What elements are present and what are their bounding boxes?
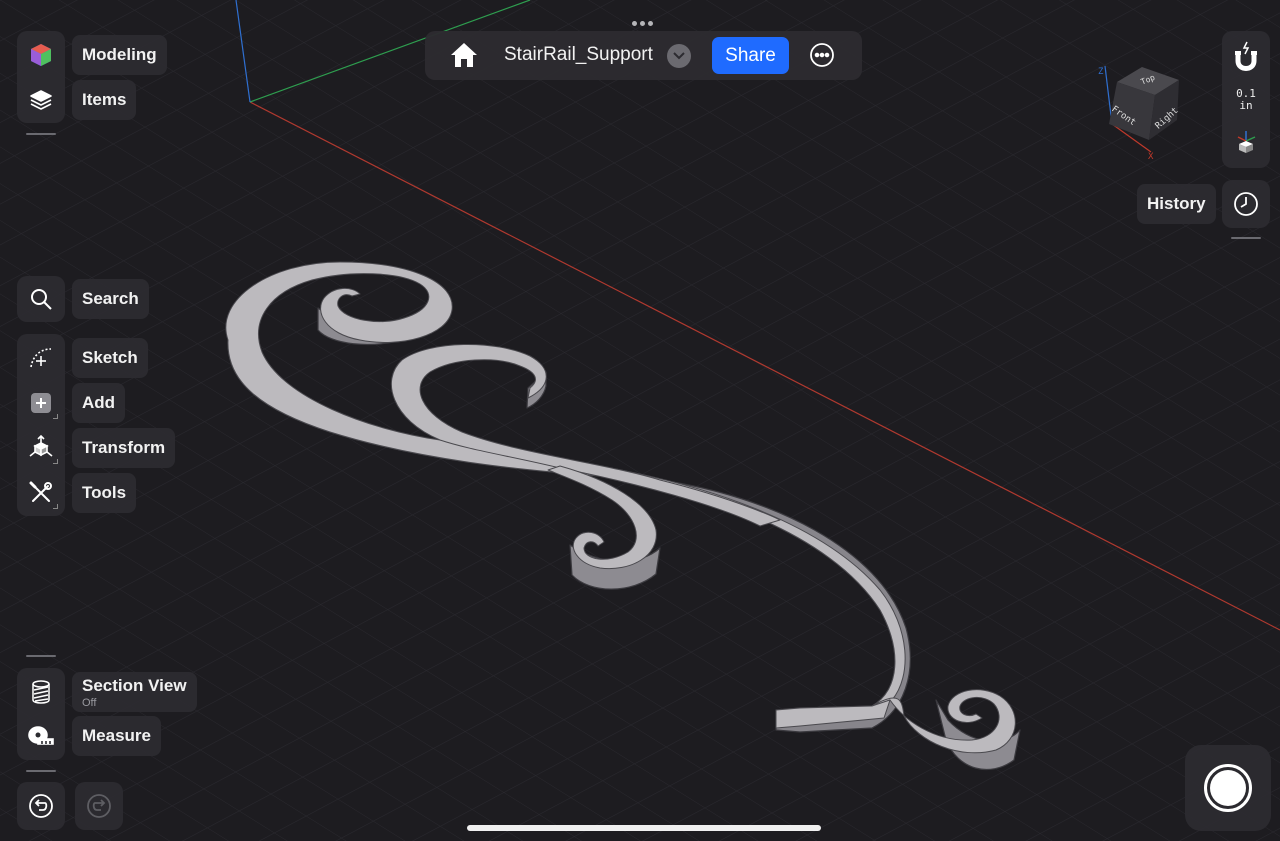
view-cube[interactable]: Z X Top Front Right <box>1095 62 1190 164</box>
search-icon[interactable] <box>17 277 65 321</box>
transform-label[interactable]: Transform <box>72 428 176 468</box>
home-button[interactable] <box>449 41 481 71</box>
submenu-indicator <box>53 459 58 464</box>
home-icon <box>451 43 477 67</box>
sketch-label[interactable]: Sketch <box>72 338 148 378</box>
layers-icon[interactable] <box>17 78 65 122</box>
undo-icon <box>29 794 53 818</box>
undo-button[interactable] <box>17 782 65 830</box>
modeling-cube-icon[interactable] <box>17 33 65 77</box>
divider <box>1231 237 1261 239</box>
submenu-indicator <box>53 504 58 509</box>
history-button[interactable] <box>1222 180 1270 228</box>
axis-z-label: Z <box>1098 67 1104 77</box>
snap-increment[interactable]: 0.1 in <box>1222 88 1270 112</box>
sketch-icon[interactable] <box>17 336 65 380</box>
items-label[interactable]: Items <box>72 80 137 120</box>
tools-label[interactable]: Tools <box>72 473 137 513</box>
capture-icon <box>1204 764 1252 812</box>
section-view-label: Section View <box>82 675 187 695</box>
submenu-indicator <box>53 414 58 419</box>
section-view-state: Off <box>82 696 97 709</box>
redo-icon <box>87 794 111 818</box>
clock-icon <box>1234 192 1258 216</box>
snap-panel: 0.1 in <box>1222 31 1270 168</box>
history-label[interactable]: History <box>1137 184 1216 224</box>
document-menu-chevron-icon[interactable] <box>667 44 691 68</box>
multitasking-dots-icon[interactable] <box>632 13 656 31</box>
document-toolbar: StairRail_Support Share <box>425 31 862 80</box>
divider <box>26 770 56 772</box>
section-view-icon[interactable] <box>17 670 65 714</box>
modeling-label[interactable]: Modeling <box>72 35 167 75</box>
home-indicator[interactable] <box>467 825 821 831</box>
more-options-icon[interactable] <box>809 42 835 68</box>
share-button[interactable]: Share <box>712 37 789 74</box>
capture-button[interactable] <box>1185 745 1271 831</box>
measure-label[interactable]: Measure <box>72 716 161 756</box>
magnet-snap-icon[interactable] <box>1233 41 1259 71</box>
divider <box>26 655 56 657</box>
axes-gizmo-icon[interactable] <box>1235 129 1257 155</box>
axis-x-label: X <box>1148 152 1154 162</box>
search-label[interactable]: Search <box>72 279 149 319</box>
divider <box>26 133 56 135</box>
snap-unit: in <box>1239 99 1253 112</box>
3d-viewport[interactable] <box>0 0 1280 841</box>
measure-tape-icon[interactable] <box>17 714 65 758</box>
section-view-button[interactable]: Section View Off <box>72 672 197 712</box>
redo-button[interactable] <box>75 782 123 830</box>
document-title[interactable]: StairRail_Support <box>504 44 653 66</box>
add-label[interactable]: Add <box>72 383 126 423</box>
ground-grid <box>0 0 1280 841</box>
